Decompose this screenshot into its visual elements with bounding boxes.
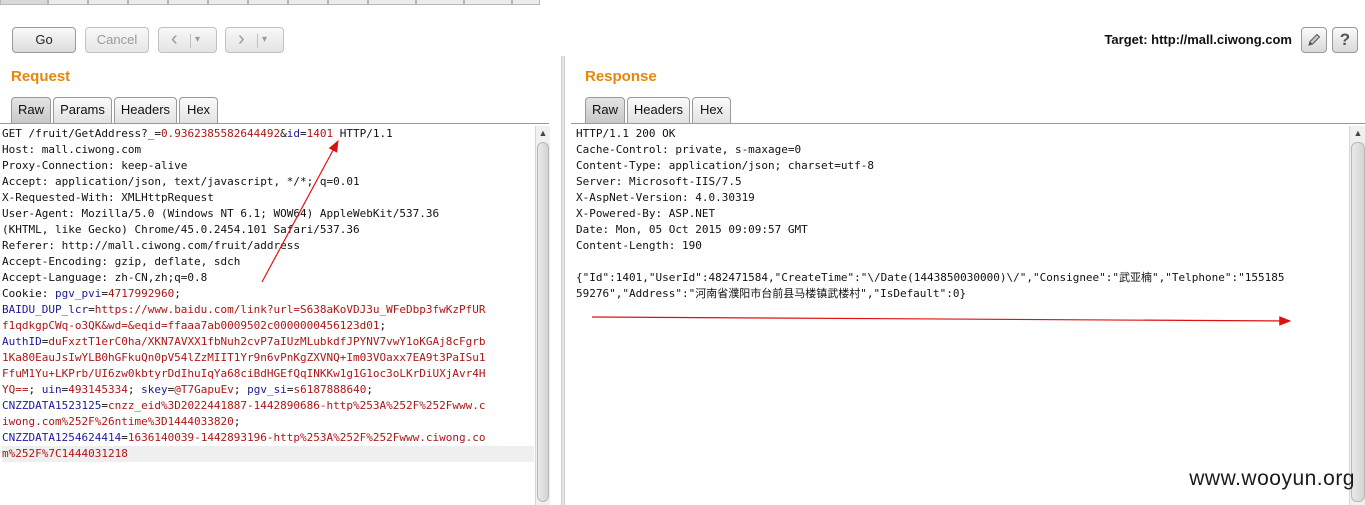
annotation-arrow-request <box>261 139 339 283</box>
watermark: www.wooyun.org <box>1189 467 1355 490</box>
annotation-overlay <box>261 139 1292 326</box>
annotation-arrow-response <box>591 316 1292 326</box>
